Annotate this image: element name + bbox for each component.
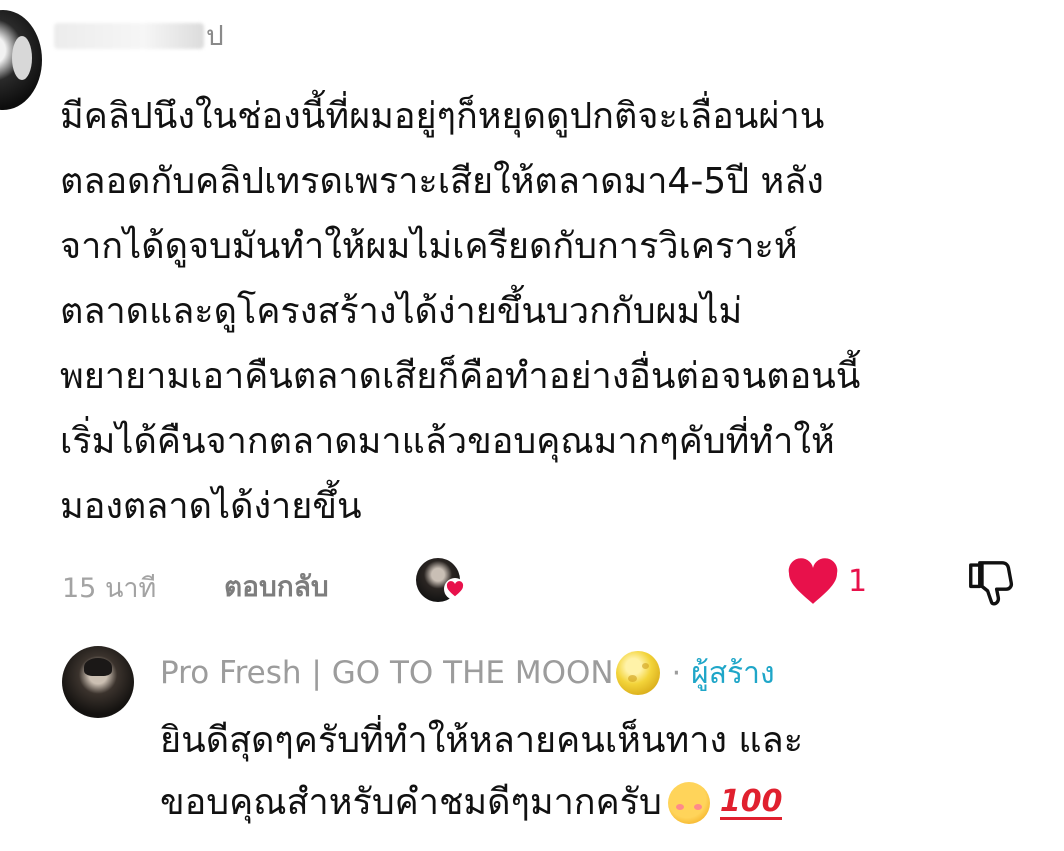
reply-line: ขอบคุณสำหรับคำชมดีๆมากครับ 100 [160,772,1040,834]
hundred-points-emoji: 100 [719,783,783,820]
reply-line: ยินดีสุดๆครับที่ทำให้หลายคนเห็นทาง และ [160,710,1040,772]
comment-line: ตลอดกับคลิปเทรดเพราะเสียให้ตลาดมา4-5ปี ห… [60,161,824,202]
reply-line-text: ยินดีสุดๆครับที่ทำให้หลายคนเห็นทาง และ [160,720,804,761]
reply-text: ยินดีสุดๆครับที่ทำให้หลายคนเห็นทาง และ ข… [160,710,1040,834]
creator-badge: ผู้สร้าง [691,655,775,691]
comment-actions: 15 นาที ตอบกลับ 1 [62,556,1042,612]
like-button[interactable] [784,556,842,608]
comment-text: มีคลิปนึงในช่องนี้ที่ผมอยู่ๆก็หยุดดูปกติ… [60,84,1055,539]
thumbs-down-icon [969,561,1014,606]
like-count: 1 [848,564,868,599]
reply-line-text: ขอบคุณสำหรับคำชมดีๆมากครับ [160,782,662,823]
comment-line: จากได้ดูจบมันทำให้ผมไม่เครียดกับการวิเคร… [60,226,798,267]
heart-icon [788,558,838,604]
username-redacted [54,23,204,49]
reply-button[interactable]: ตอบกลับ [224,565,329,609]
separator-dot: · [671,655,682,691]
creator-avatar[interactable] [62,646,134,718]
comment-line: มีคลิปนึงในช่องนี้ที่ผมอยู่ๆก็หยุดดูปกติ… [60,96,825,137]
comment-line: ตลาดและดูโครงสร้างได้ง่ายขึ้นบวกกับผมไม่ [60,291,743,332]
comment-timestamp: 15 นาที [62,573,157,604]
reply-header: Pro Fresh | GO TO THE MOON · ผู้สร้าง [160,650,775,696]
creator-name[interactable]: Pro Fresh | GO TO THE MOON [160,655,614,691]
smiling-face-with-hearts-emoji [667,782,710,824]
comment-line: มองตลาดได้ง่ายขึ้น [60,486,362,527]
comment-line: พยายามเอาคืนตลาดเสียก็คือทำอย่างอื่นต่อจ… [60,356,861,397]
username-visible-text: ป [206,19,224,52]
commenter-avatar[interactable] [0,10,42,110]
creator-heart-icon [444,578,466,600]
full-moon-emoji [615,651,660,695]
commenter-username[interactable]: ป [54,16,224,56]
comment-line: เริ่มได้คืนจากตลาดมาแล้วขอบคุณมากๆคับที่… [60,421,835,462]
dislike-button[interactable] [964,556,1018,610]
